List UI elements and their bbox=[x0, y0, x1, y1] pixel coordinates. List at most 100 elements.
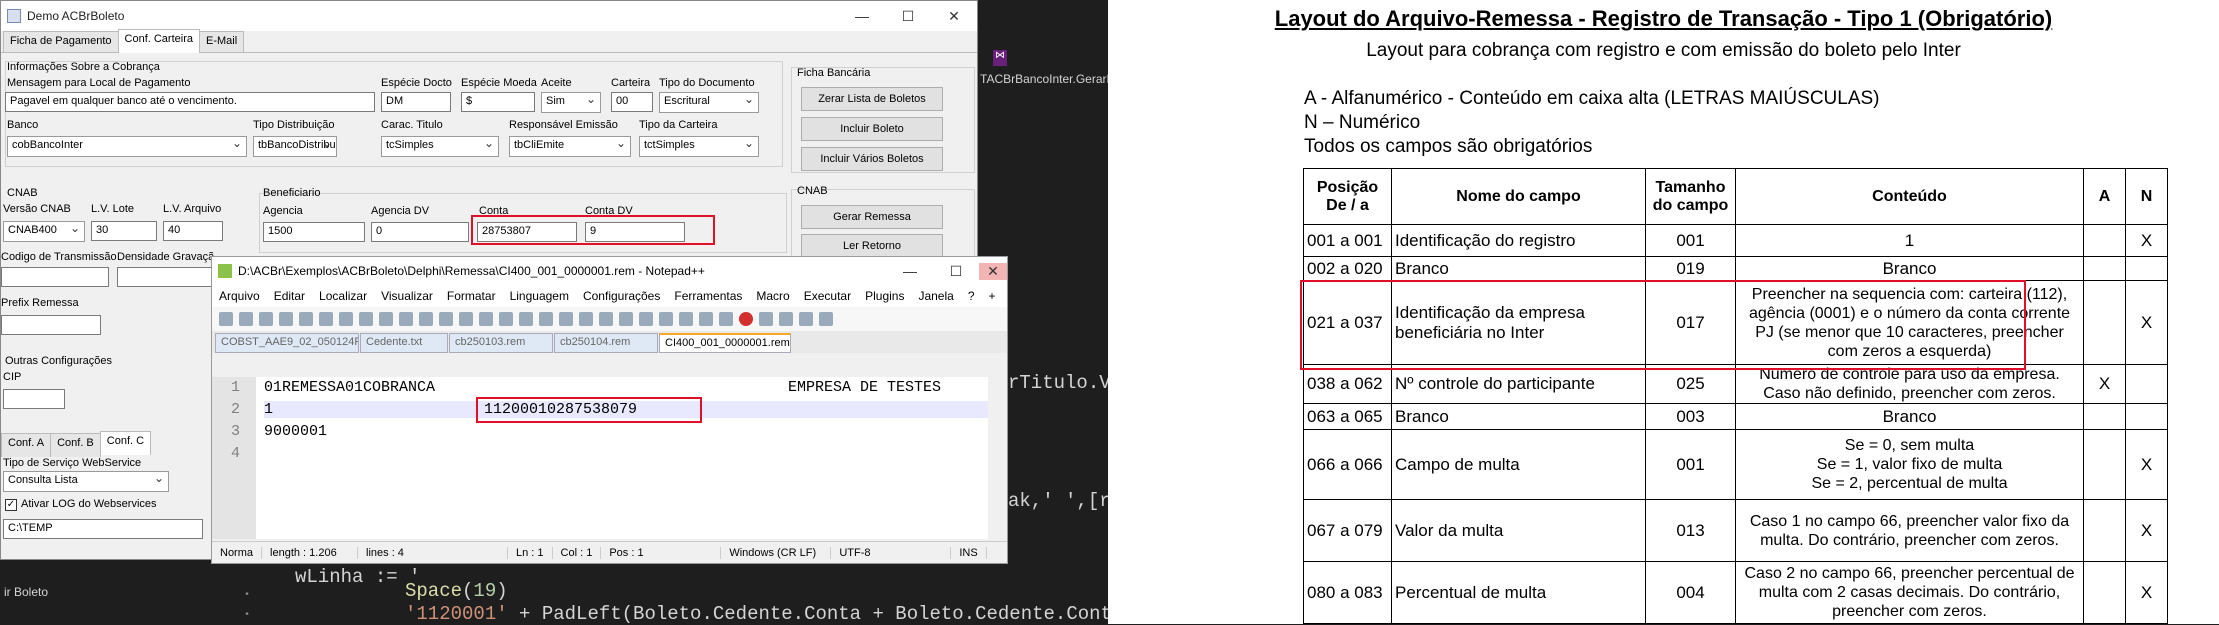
especie-docto-input[interactable]: DM bbox=[381, 92, 451, 112]
tab-conf-c[interactable]: Conf. C bbox=[99, 431, 152, 455]
play-multiple-icon[interactable] bbox=[799, 312, 813, 326]
menu-macro[interactable]: Macro bbox=[749, 289, 796, 303]
file-tab[interactable]: cb250104.rem bbox=[554, 333, 658, 353]
versao-cnab-select[interactable]: CNAB400 bbox=[3, 221, 85, 242]
paste-icon[interactable] bbox=[399, 312, 413, 326]
replace-icon[interactable] bbox=[479, 312, 493, 326]
menu-configuracoes[interactable]: Configurações bbox=[576, 289, 667, 303]
table-header-row: Posição De / a Nome do campo Tamanho do … bbox=[1303, 168, 2168, 225]
close-icon[interactable]: ✕ bbox=[931, 8, 977, 25]
ler-retorno-button[interactable]: Ler Retorno bbox=[801, 234, 943, 258]
zoom-out-icon[interactable] bbox=[519, 312, 533, 326]
incluir-boleto-button[interactable]: Incluir Boleto bbox=[801, 117, 943, 141]
menu-plugins[interactable]: Plugins bbox=[858, 289, 911, 303]
function-list-icon[interactable] bbox=[679, 312, 693, 326]
menu-executar[interactable]: Executar bbox=[797, 289, 858, 303]
menu-ferramentas[interactable]: Ferramentas bbox=[667, 289, 749, 303]
ide-side-boleto[interactable]: ir Boleto bbox=[4, 585, 48, 599]
zoom-in-icon[interactable] bbox=[499, 312, 513, 326]
menu-editar[interactable]: Editar bbox=[267, 289, 312, 303]
carteira-input[interactable]: 00 bbox=[611, 92, 653, 112]
lv-lote-input[interactable]: 30 bbox=[91, 221, 157, 241]
maximize-icon[interactable]: ☐ bbox=[885, 8, 931, 25]
resp-emissao-select[interactable]: tbCliEmite bbox=[509, 136, 631, 157]
sync-h-icon[interactable] bbox=[559, 312, 573, 326]
mensagem-input[interactable]: Pagavel em qualquer banco até o vencimen… bbox=[5, 92, 375, 112]
banco-select[interactable]: cobBancoInter bbox=[7, 136, 247, 157]
tipo-distribuicao-select[interactable]: tbBancoDistribui bbox=[253, 136, 337, 157]
doc-map-icon[interactable] bbox=[659, 312, 673, 326]
file-tab[interactable]: cb250103.rem bbox=[449, 333, 553, 353]
save-icon[interactable] bbox=[259, 312, 273, 326]
copy-icon[interactable] bbox=[379, 312, 393, 326]
monitor-icon[interactable] bbox=[719, 312, 733, 326]
npp-minimize-icon[interactable]: — bbox=[887, 263, 933, 280]
tipo-servico-select[interactable]: Consulta Lista bbox=[3, 471, 169, 492]
menu-visualizar[interactable]: Visualizar bbox=[374, 289, 440, 303]
save-macro-icon[interactable] bbox=[819, 312, 833, 326]
agencia-dv-input[interactable]: 0 bbox=[371, 222, 469, 242]
lang-icon[interactable] bbox=[639, 312, 653, 326]
print-icon[interactable] bbox=[339, 312, 353, 326]
incluir-varios-button[interactable]: Incluir Vários Boletos bbox=[801, 147, 943, 171]
tipo-carteira-select[interactable]: tctSimples bbox=[639, 136, 759, 157]
new-file-icon[interactable] bbox=[219, 312, 233, 326]
ativar-log-checkbox[interactable]: ✓ bbox=[5, 499, 17, 511]
cut-icon[interactable] bbox=[359, 312, 373, 326]
zerar-lista-button[interactable]: Zerar Lista de Boletos bbox=[801, 87, 943, 111]
tab-conf-a[interactable]: Conf. A bbox=[1, 433, 52, 457]
npp-statusbar: Norma length : 1.206 lines : 4 Ln : 1 Co… bbox=[212, 541, 1007, 563]
npp-close-icon[interactable]: ✕ bbox=[979, 262, 1007, 280]
file-tab[interactable]: Cedente.txt bbox=[360, 333, 448, 353]
file-tab-active[interactable]: CI400_001_0000001.rem bbox=[659, 333, 791, 353]
agencia-input[interactable]: 1500 bbox=[263, 222, 365, 242]
aceite-select[interactable]: Sim bbox=[541, 92, 601, 113]
cip-input[interactable] bbox=[3, 389, 65, 409]
undo-icon[interactable] bbox=[419, 312, 433, 326]
codigo-transmissao-input[interactable] bbox=[1, 267, 109, 287]
tab-conf-carteira[interactable]: Conf. Carteira bbox=[117, 29, 200, 53]
path-input[interactable]: C:\TEMP bbox=[3, 519, 203, 539]
tab-email[interactable]: E-Mail bbox=[199, 31, 245, 52]
all-chars-icon[interactable] bbox=[599, 312, 613, 326]
stop-macro-icon[interactable] bbox=[759, 312, 773, 326]
menu-linguagem[interactable]: Linguagem bbox=[503, 289, 576, 303]
close-file-icon[interactable] bbox=[299, 312, 313, 326]
open-file-icon[interactable] bbox=[239, 312, 253, 326]
menu-formatar[interactable]: Formatar bbox=[440, 289, 503, 303]
tipo-documento-select[interactable]: Escritural bbox=[659, 92, 759, 113]
record-macro-icon[interactable] bbox=[739, 312, 753, 326]
menu-janela[interactable]: Janela bbox=[911, 289, 960, 303]
status-ins: INS bbox=[951, 546, 987, 559]
npp-file-tabs: COBST_AAE9_02_050124P_MOV (1).txt Cedent… bbox=[212, 331, 1007, 353]
tipo-documento-label: Tipo do Documento bbox=[659, 77, 755, 89]
tab-ficha-pagamento[interactable]: Ficha de Pagamento bbox=[3, 31, 119, 52]
file-tab[interactable]: COBST_AAE9_02_050124P_MOV (1).txt bbox=[215, 333, 359, 353]
play-macro-icon[interactable] bbox=[779, 312, 793, 326]
indent-guide-icon[interactable] bbox=[619, 312, 633, 326]
menu-localizar[interactable]: Localizar bbox=[312, 289, 374, 303]
gerar-remessa-button[interactable]: Gerar Remessa bbox=[801, 205, 943, 229]
folder-workspace-icon[interactable] bbox=[699, 312, 713, 326]
sync-v-icon[interactable] bbox=[539, 312, 553, 326]
menu-help[interactable]: ? bbox=[961, 289, 982, 303]
lv-arquivo-input[interactable]: 40 bbox=[163, 221, 223, 241]
wrap-icon[interactable] bbox=[579, 312, 593, 326]
tab-conf-b[interactable]: Conf. B bbox=[50, 433, 101, 457]
especie-moeda-input[interactable]: $ bbox=[461, 92, 535, 112]
npp-maximize-icon[interactable]: ☐ bbox=[933, 263, 979, 280]
menu-plus[interactable]: + bbox=[982, 289, 1003, 303]
npp-title: D:\ACBr\Exemplos\ACBrBoleto\Delphi\Remes… bbox=[238, 264, 705, 278]
minimize-icon[interactable]: — bbox=[839, 8, 885, 25]
menu-arquivo[interactable]: Arquivo bbox=[212, 289, 267, 303]
close-all-icon[interactable] bbox=[319, 312, 333, 326]
carac-titulo-select[interactable]: tcSimples bbox=[381, 136, 499, 157]
npp-editor[interactable]: 1 2 3 4 01REMESSA01COBRANCA EMPRESA DE T… bbox=[212, 377, 1002, 539]
prefix-remessa-input[interactable] bbox=[1, 315, 101, 335]
densidade-input[interactable] bbox=[117, 267, 213, 287]
find-icon[interactable] bbox=[459, 312, 473, 326]
vertical-scrollbar[interactable] bbox=[988, 377, 1002, 539]
redo-icon[interactable] bbox=[439, 312, 453, 326]
col-header: A bbox=[2083, 168, 2126, 225]
save-all-icon[interactable] bbox=[279, 312, 293, 326]
